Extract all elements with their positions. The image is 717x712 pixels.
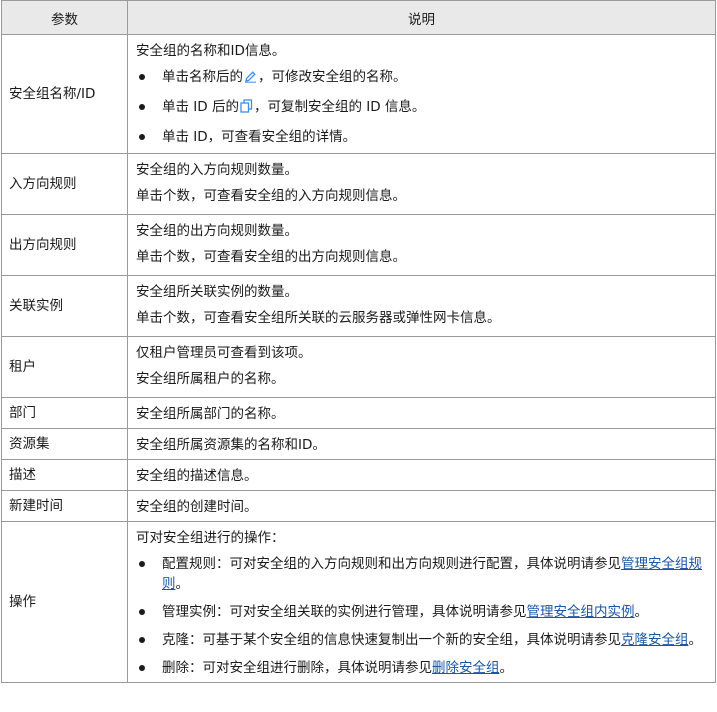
desc-text: 管理实例：可对安全组关联的实例进行管理，具体说明请参见 bbox=[162, 604, 527, 620]
desc-text: 。 bbox=[499, 660, 514, 676]
list-item: 删除：可对安全组进行删除，具体说明请参见删除安全组。 bbox=[136, 658, 709, 678]
desc-text: 。 bbox=[634, 604, 649, 620]
table-row: 出方向规则 安全组的出方向规则数量。 单击个数，可查看安全组的出方向规则信息。 bbox=[1, 214, 716, 276]
param-name: 部门 bbox=[1, 397, 128, 429]
bullet-list: 配置规则：可对安全组的入方向规则和出方向规则进行配置，具体说明请参见管理安全组规… bbox=[136, 554, 709, 678]
desc-text: ，可修改安全组的名称。 bbox=[258, 69, 407, 85]
param-desc: 安全组的出方向规则数量。 单击个数，可查看安全组的出方向规则信息。 bbox=[127, 214, 716, 276]
param-desc: 可对安全组进行的操作： 配置规则：可对安全组的入方向规则和出方向规则进行配置，具… bbox=[127, 521, 716, 683]
desc-text: 安全组所关联实例的数量。 bbox=[136, 284, 298, 300]
desc-text: 安全组的入方向规则数量。 bbox=[136, 162, 298, 178]
desc-text: 单击个数，可查看安全组的出方向规则信息。 bbox=[136, 249, 406, 265]
list-item: 配置规则：可对安全组的入方向规则和出方向规则进行配置，具体说明请参见管理安全组规… bbox=[136, 554, 709, 594]
edit-pencil-icon bbox=[244, 69, 257, 89]
param-desc: 安全组所属资源集的名称和ID。 bbox=[127, 428, 716, 460]
desc-text: ，可复制安全组的 ID 信息。 bbox=[253, 99, 426, 115]
desc-text: 安全组所属租户的名称。 bbox=[136, 371, 285, 387]
table-row: 操作 可对安全组进行的操作： 配置规则：可对安全组的入方向规则和出方向规则进行配… bbox=[1, 521, 716, 683]
bullet-list: 单击名称后的 ，可修改安全组的名称。 单击 ID 后的 ，可复制安全组的 ID 信息… bbox=[136, 67, 709, 147]
param-desc: 安全组的描述信息。 bbox=[127, 459, 716, 491]
header-desc: 说明 bbox=[127, 0, 716, 35]
delete-group-link[interactable]: 删除安全组 bbox=[432, 660, 500, 676]
table-row: 租户 仅租户管理员可查看到该项。 安全组所属租户的名称。 bbox=[1, 336, 716, 398]
desc-text: 安全组的出方向规则数量。 bbox=[136, 223, 298, 239]
desc-text: 单击个数，可查看安全组的入方向规则信息。 bbox=[136, 188, 406, 204]
table-row: 描述 安全组的描述信息。 bbox=[1, 459, 716, 491]
param-name: 描述 bbox=[1, 459, 128, 491]
table-row: 入方向规则 安全组的入方向规则数量。 单击个数，可查看安全组的入方向规则信息。 bbox=[1, 153, 716, 215]
param-desc: 安全组所关联实例的数量。 单击个数，可查看安全组所关联的云服务器或弹性网卡信息。 bbox=[127, 275, 716, 337]
desc-text: 克隆：可基于某个安全组的信息快速复制出一个新的安全组，具体说明请参见 bbox=[162, 632, 621, 648]
desc-text: 单击名称后的 bbox=[162, 69, 243, 85]
param-name: 新建时间 bbox=[1, 490, 128, 522]
desc-text: 。 bbox=[688, 632, 703, 648]
table-row: 安全组名称/ID 安全组的名称和ID信息。 单击名称后的 ，可修改安全组的名称。 … bbox=[1, 34, 716, 154]
desc-text: 仅租户管理员可查看到该项。 bbox=[136, 345, 312, 361]
table-row: 资源集 安全组所属资源集的名称和ID。 bbox=[1, 428, 716, 460]
table-header-row: 参数 说明 bbox=[1, 0, 716, 35]
desc-text: 配置规则：可对安全组的入方向规则和出方向规则进行配置，具体说明请参见 bbox=[162, 556, 621, 572]
table-row: 新建时间 安全组的创建时间。 bbox=[1, 490, 716, 522]
table-row: 关联实例 安全组所关联实例的数量。 单击个数，可查看安全组所关联的云服务器或弹性… bbox=[1, 275, 716, 337]
param-name: 入方向规则 bbox=[1, 153, 128, 215]
param-desc: 仅租户管理员可查看到该项。 安全组所属租户的名称。 bbox=[127, 336, 716, 398]
parameter-table: 参数 说明 安全组名称/ID 安全组的名称和ID信息。 单击名称后的 ，可修改安全… bbox=[1, 0, 716, 683]
clone-group-link[interactable]: 克隆安全组 bbox=[621, 632, 689, 648]
list-item: 管理实例：可对安全组关联的实例进行管理，具体说明请参见管理安全组内实例。 bbox=[136, 602, 709, 622]
desc-text: 单击 ID，可查看安全组的详情。 bbox=[162, 129, 357, 145]
param-name: 租户 bbox=[1, 336, 128, 398]
param-desc: 安全组的创建时间。 bbox=[127, 490, 716, 522]
desc-text: 单击个数，可查看安全组所关联的云服务器或弹性网卡信息。 bbox=[136, 310, 501, 326]
param-name: 操作 bbox=[1, 521, 128, 683]
param-desc: 安全组的入方向规则数量。 单击个数，可查看安全组的入方向规则信息。 bbox=[127, 153, 716, 215]
desc-text: 单击 ID 后的 bbox=[162, 99, 239, 115]
param-desc: 安全组所属部门的名称。 bbox=[127, 397, 716, 429]
table-row: 部门 安全组所属部门的名称。 bbox=[1, 397, 716, 429]
list-item: 克隆：可基于某个安全组的信息快速复制出一个新的安全组，具体说明请参见克隆安全组。 bbox=[136, 630, 709, 650]
desc-text: 可对安全组进行的操作： bbox=[136, 530, 285, 546]
copy-icon bbox=[240, 99, 253, 119]
param-name: 资源集 bbox=[1, 428, 128, 460]
list-item: 单击 ID 后的 ，可复制安全组的 ID 信息。 bbox=[136, 97, 709, 119]
desc-text: 安全组的名称和ID信息。 bbox=[136, 43, 286, 59]
header-param: 参数 bbox=[1, 0, 128, 35]
manage-instances-link[interactable]: 管理安全组内实例 bbox=[527, 604, 635, 620]
desc-text: 删除：可对安全组进行删除，具体说明请参见 bbox=[162, 660, 432, 676]
param-name: 安全组名称/ID bbox=[1, 34, 128, 154]
param-name: 关联实例 bbox=[1, 275, 128, 337]
list-item: 单击名称后的 ，可修改安全组的名称。 bbox=[136, 67, 709, 89]
param-desc: 安全组的名称和ID信息。 单击名称后的 ，可修改安全组的名称。 单击 ID 后的 ，… bbox=[127, 34, 716, 154]
desc-text: 。 bbox=[175, 576, 190, 592]
param-name: 出方向规则 bbox=[1, 214, 128, 276]
list-item: 单击 ID，可查看安全组的详情。 bbox=[136, 127, 709, 147]
